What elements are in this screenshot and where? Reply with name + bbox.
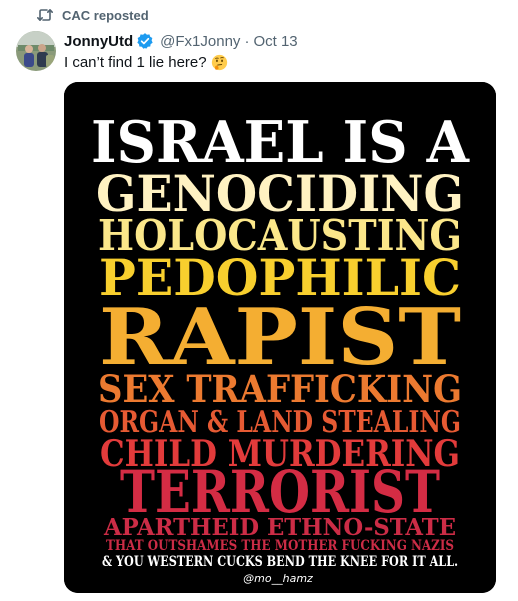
verified-badge-icon[interactable]: [136, 32, 154, 50]
separator: ·: [244, 32, 250, 50]
tweet-media-image[interactable]: ISRAEL IS A GENOCIDING HOLOCAUSTING PEDO…: [64, 82, 496, 593]
author-name[interactable]: JonnyUtd: [64, 33, 133, 50]
poster-line-12: & YOU WESTERN CUCKS BEND THE KNEE FOR IT…: [102, 554, 458, 570]
poster-line-11: THAT OUTSHAMES THE MOTHER FUCKING NAZIS: [106, 538, 454, 554]
avatar[interactable]: [16, 31, 56, 71]
tweet-text: I can’t find 1 lie here?: [64, 52, 228, 72]
poster-graphic: ISRAEL IS A GENOCIDING HOLOCAUSTING PEDO…: [64, 82, 496, 593]
tweet-text-content: I can’t find 1 lie here?: [64, 53, 207, 71]
tweet-header: JonnyUtd @Fx1Jonny · Oct 13: [64, 31, 298, 51]
author-handle[interactable]: @Fx1Jonny: [160, 33, 240, 50]
poster-line-10: APARTHEID ETHNO-STATE: [103, 514, 456, 541]
thinking-face-icon: [211, 54, 228, 71]
repost-icon: [37, 8, 53, 22]
poster-signature: @mo__hamz: [243, 572, 313, 585]
repost-label: CAC reposted: [62, 7, 149, 23]
repost-indicator[interactable]: CAC reposted: [37, 6, 149, 24]
tweet-date[interactable]: Oct 13: [253, 33, 297, 50]
